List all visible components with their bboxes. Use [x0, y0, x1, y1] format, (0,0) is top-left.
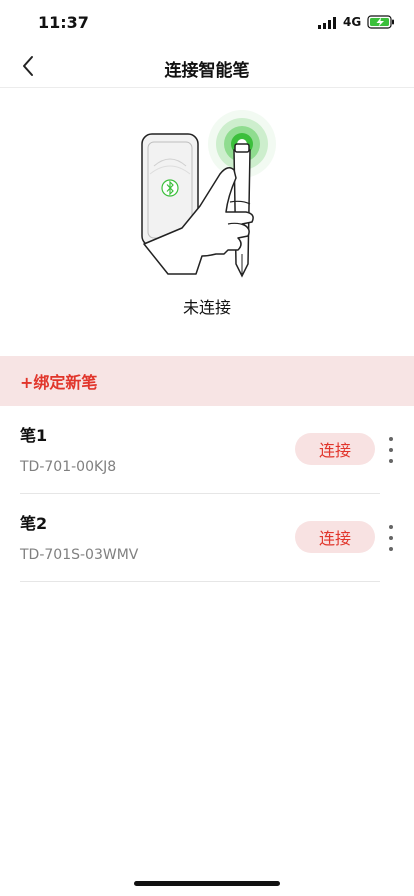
- pen-list-item: 笔2 TD-701S-03WMV 连接: [20, 494, 393, 582]
- connect-button[interactable]: 连接: [295, 521, 375, 553]
- hand-holding-pen-icon: [141, 110, 276, 278]
- home-indicator[interactable]: [134, 881, 280, 886]
- pen-name: 笔2: [20, 514, 48, 533]
- network-label: 4G: [343, 15, 362, 29]
- pen-name: 笔1: [20, 426, 48, 445]
- signal-icon: [318, 17, 336, 29]
- pen-id: TD-701-00KJ8: [20, 459, 117, 475]
- nav-bar: 连接智能笔: [0, 44, 414, 88]
- bind-new-pen-label: +绑定新笔: [20, 373, 98, 392]
- battery-charging-icon: [367, 15, 394, 29]
- status-time: 11:37: [38, 13, 89, 32]
- pen-id: TD-701S-03WMV: [20, 547, 139, 563]
- bind-new-pen-button[interactable]: +绑定新笔: [0, 356, 414, 406]
- connect-button[interactable]: 连接: [295, 433, 375, 465]
- bluetooth-icon: [161, 179, 179, 197]
- connection-status: 未连接: [182, 298, 231, 317]
- more-options-icon[interactable]: [383, 525, 399, 551]
- more-options-icon[interactable]: [383, 437, 399, 463]
- page-title: 连接智能笔: [164, 61, 250, 81]
- status-bar: 11:37 4G: [0, 0, 414, 44]
- pen-list-item: 笔1 TD-701-00KJ8 连接: [20, 406, 393, 494]
